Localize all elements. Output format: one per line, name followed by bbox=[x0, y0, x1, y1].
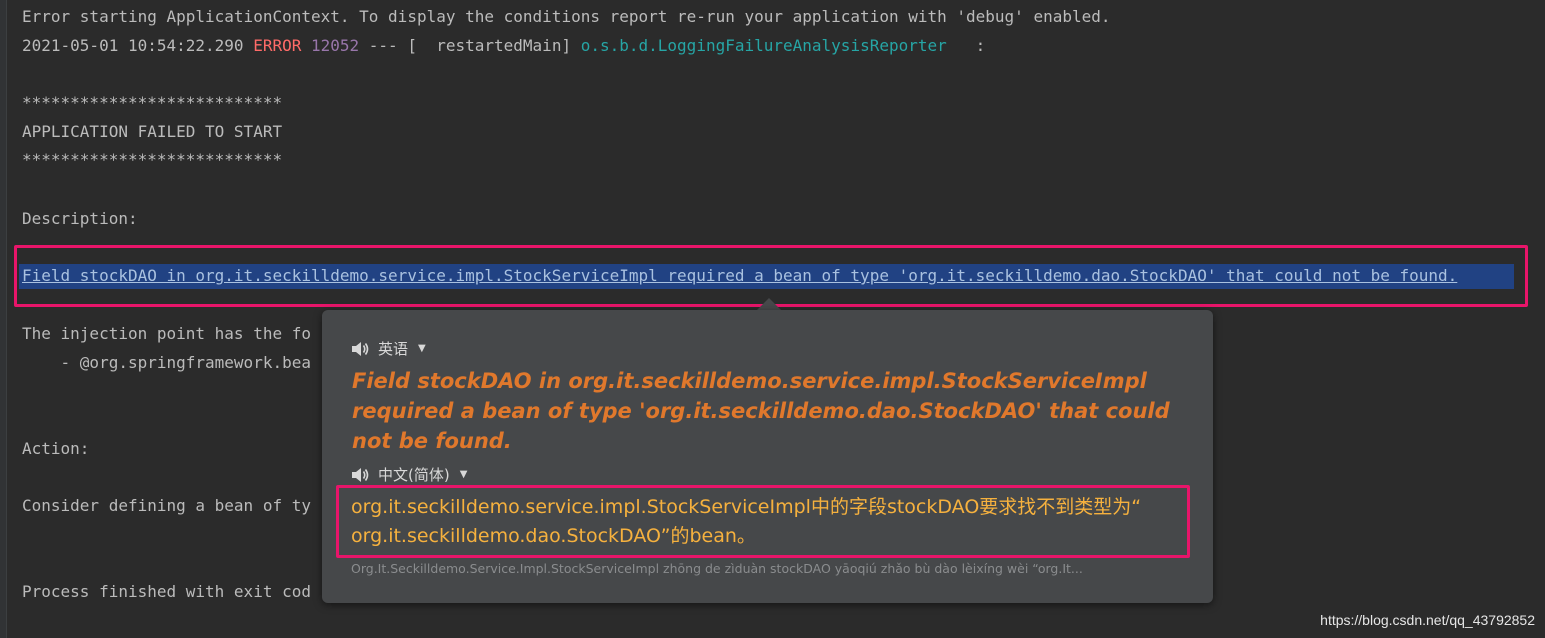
target-lang-label: 中文(简体) bbox=[378, 466, 450, 484]
caret-down-icon: ▼ bbox=[459, 469, 468, 480]
pinyin-text: Org.It.Seckilldemo.Service.Impl.StockSer… bbox=[351, 561, 1083, 576]
log-colon: : bbox=[946, 36, 986, 55]
console-stars-bottom: *************************** bbox=[22, 150, 283, 169]
log-timestamp: 2021-05-01 10:54:22.290 bbox=[22, 36, 254, 55]
highlight-box-translation bbox=[336, 485, 1190, 558]
source-lang-label: 英语 bbox=[378, 340, 409, 358]
console-process-line: Process finished with exit cod bbox=[22, 582, 311, 601]
console-banner: APPLICATION FAILED TO START bbox=[22, 122, 283, 141]
console-stars-top: *************************** bbox=[22, 93, 283, 112]
console-action-label: Action: bbox=[22, 439, 90, 458]
speaker-icon[interactable] bbox=[350, 341, 370, 357]
caret-down-icon: ▼ bbox=[418, 343, 426, 354]
console-line-log-entry: 2021-05-01 10:54:22.290 ERROR 12052 --- … bbox=[22, 35, 985, 57]
target-lang-selector[interactable]: 中文(简体) ▼ bbox=[350, 464, 467, 485]
translation-popup: 英语 ▼ Field stockDAO in org.it.seckilldemo… bbox=[322, 310, 1213, 603]
source-lang-selector[interactable]: 英语 ▼ bbox=[350, 338, 426, 359]
log-thread: --- [ restartedMain] bbox=[359, 36, 581, 55]
console-injection-line: The injection point has the fo bbox=[22, 324, 311, 343]
source-text: Field stockDAO in org.it.seckilldemo.ser… bbox=[352, 369, 1170, 453]
console-consider-line: Consider defining a bean of ty bbox=[22, 496, 311, 515]
log-level: ERROR bbox=[253, 36, 302, 55]
console-description-label: Description: bbox=[22, 209, 138, 228]
watermark: https://blog.csdn.net/qq_43792852 bbox=[1320, 612, 1535, 628]
log-logger-link[interactable]: o.s.b.d.LoggingFailureAnalysisReporter bbox=[581, 36, 947, 55]
speaker-icon[interactable] bbox=[350, 467, 370, 483]
log-pid: 12052 bbox=[301, 36, 360, 55]
console-line-error-start: Error starting ApplicationContext. To di… bbox=[22, 7, 1111, 26]
console-annotation-line: - @org.springframework.bea bbox=[22, 353, 311, 372]
